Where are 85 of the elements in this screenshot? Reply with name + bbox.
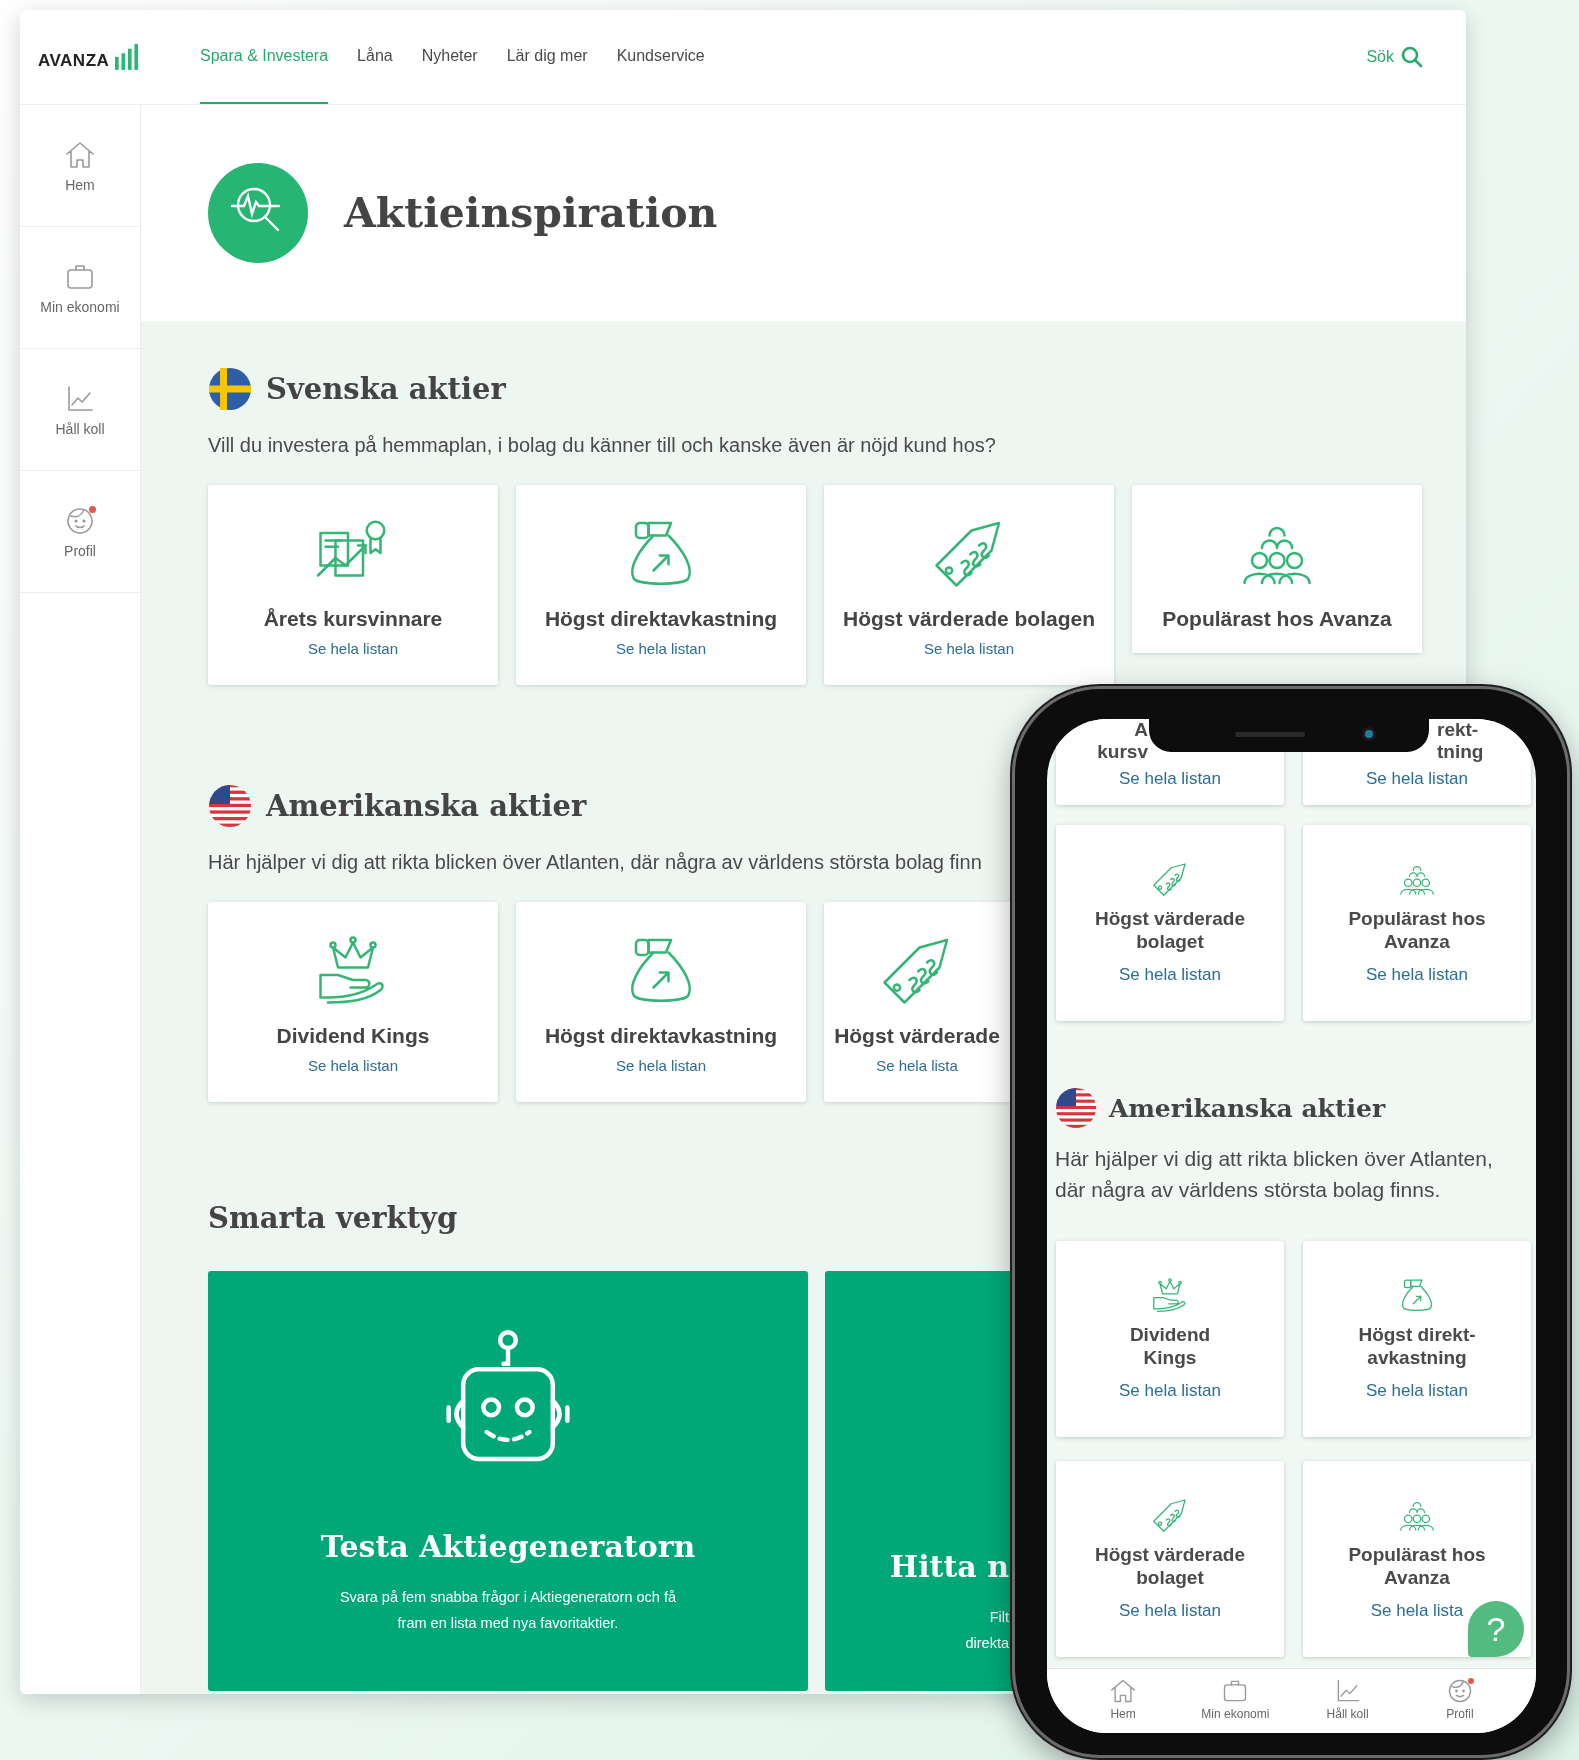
tool-title: Testa Aktiegeneratorn	[320, 1529, 696, 1564]
see-list-link[interactable]: Se hela listan	[307, 640, 399, 657]
tool-description: direkta	[965, 1634, 1009, 1653]
card-title: A	[1134, 719, 1148, 741]
see-list-link[interactable]: Se hela listan	[1118, 965, 1222, 985]
list-card[interactable]: Dividend Kings Se hela listan	[208, 902, 498, 1102]
tool-title: Hitta n	[889, 1549, 1009, 1584]
bottom-nav-item[interactable]: Min ekonomi	[1201, 1677, 1270, 1725]
swedish-flag-icon	[208, 367, 252, 411]
list-card[interactable]: Årets kursvinnare Se hela listan	[208, 485, 498, 685]
nav-tab[interactable]: Lär dig mer	[506, 10, 588, 104]
bar-logo-icon	[115, 43, 140, 71]
card-title: Högst direktavkastning	[544, 1024, 778, 1048]
tool-description: fram en lista med nya favoritaktier.	[397, 1614, 619, 1633]
card-title: Högst värderade bolagen	[842, 607, 1096, 631]
card-title: Högst värderade	[1095, 907, 1245, 930]
card-title: Dividend Kings	[276, 1024, 430, 1048]
card-title: kursv	[1097, 741, 1148, 763]
home-icon	[1109, 1677, 1138, 1705]
see-list-link[interactable]: Se hela lista	[1370, 1601, 1464, 1621]
nav-tab[interactable]: Nyheter	[421, 10, 478, 104]
page-title: Aktieinspiration	[344, 189, 718, 237]
nav-tab[interactable]: Låna	[357, 10, 393, 104]
card-title: Högst värderade	[834, 1024, 1000, 1048]
section-description: Vill du investera på hemmaplan, i bolag du känner till och kanske även är nöjd kund hos?	[208, 434, 996, 457]
search-button[interactable]: Sök	[1362, 41, 1428, 73]
logo-text[interactable]: AVANZA	[38, 51, 110, 71]
section-title: Smarta verktyg	[208, 1201, 459, 1235]
section-title: Amerikanska aktier	[1109, 1093, 1386, 1123]
sidebar-item[interactable]: Håll koll	[55, 420, 105, 437]
section-description: Här hjälper vi dig att rikta blicken över Atlanten,	[1055, 1146, 1493, 1172]
card-title: Avanza	[1384, 930, 1450, 953]
bottom-nav-item[interactable]: Profil	[1445, 1677, 1474, 1725]
card-title: Avanza	[1384, 1566, 1450, 1589]
card-title: rekt-	[1437, 719, 1479, 741]
list-card[interactable]: Högst värderade bolagen Se hela listan	[824, 485, 1114, 685]
card-title: Högst värderade	[1095, 1543, 1245, 1566]
card-title: Populärast hos Avanza	[1162, 607, 1392, 631]
list-card[interactable]: Högst värderade bolaget Se hela listan	[1056, 1461, 1284, 1657]
sidebar-item[interactable]: Min ekonomi	[40, 298, 120, 315]
see-list-link[interactable]: Se hela listan	[615, 1057, 707, 1074]
card-title: bolaget	[1136, 1566, 1204, 1589]
see-list-link[interactable]: Se hela listan	[307, 1057, 399, 1074]
card-title: Årets kursvinnare	[263, 607, 443, 631]
sidebar-item[interactable]: Profil	[64, 542, 96, 559]
us-flag-icon	[1055, 1087, 1097, 1129]
list-card[interactable]: Högst direkt- avkastning Se hela listan	[1303, 1241, 1531, 1437]
list-card[interactable]: Populärast hos Avanza	[1132, 485, 1422, 653]
list-card[interactable]: Högst direktavkastning Se hela listan	[516, 902, 806, 1102]
card-title: Högst direkt-	[1358, 1323, 1476, 1346]
tool-description: Filt	[989, 1608, 1009, 1627]
see-list-link[interactable]: Se hela listan	[923, 640, 1015, 657]
section-title: Svenska aktier	[266, 372, 506, 406]
list-card[interactable]: Populärast hos Avanza Se hela listan	[1303, 825, 1531, 1021]
section-title: Amerikanska aktier	[266, 789, 587, 823]
section-description: där några av världens största bolag finns.	[1055, 1177, 1441, 1203]
list-card[interactable]: Högst värderade Se hela lista	[824, 902, 1010, 1102]
see-list-link[interactable]: Se hela listan	[1365, 769, 1469, 789]
nav-tab[interactable]: Kundservice	[616, 10, 705, 104]
card-title: bolaget	[1136, 930, 1204, 953]
see-list-link[interactable]: Se hela listan	[1365, 1381, 1469, 1401]
card-title: Kings	[1143, 1346, 1197, 1369]
card-title: Populärast hos	[1348, 907, 1486, 930]
list-card[interactable]: Högst direktavkastning Se hela listan	[516, 485, 806, 685]
card-title: Dividend	[1129, 1323, 1211, 1346]
see-list-link[interactable]: Se hela listan	[1118, 1381, 1222, 1401]
see-list-link[interactable]: Se hela listan	[1365, 965, 1469, 985]
see-list-link[interactable]: Se hela listan	[1118, 769, 1222, 789]
section-description: Här hjälper vi dig att rikta blicken över Atlanten, där några av världens största bolag finn	[208, 851, 982, 874]
see-list-link[interactable]: Se hela lista	[876, 1057, 958, 1074]
card-title: Populärast hos	[1348, 1543, 1486, 1566]
card-title: tning	[1437, 741, 1484, 763]
sidebar-item[interactable]: Hem	[65, 176, 95, 193]
bottom-nav-item[interactable]: Håll koll	[1326, 1677, 1369, 1725]
list-card[interactable]: Dividend Kings Se hela listan	[1056, 1241, 1284, 1437]
bottom-nav-item[interactable]: Hem	[1109, 1677, 1138, 1725]
card-title: avkastning	[1367, 1346, 1467, 1369]
see-list-link[interactable]: Se hela listan	[1118, 1601, 1222, 1621]
list-card[interactable]: Högst värderade bolaget Se hela listan	[1056, 825, 1284, 1021]
magnifier-pulse-icon	[208, 163, 308, 263]
tool-card[interactable]: Hitta n Filt direkta	[825, 1271, 1013, 1691]
card-title: Högst direktavkastning	[544, 607, 778, 631]
see-list-link[interactable]: Se hela listan	[615, 640, 707, 657]
tool-description: Svara på fem snabba frågor i Aktiegeneratorn och få	[339, 1588, 677, 1607]
search-icon	[1400, 45, 1424, 69]
